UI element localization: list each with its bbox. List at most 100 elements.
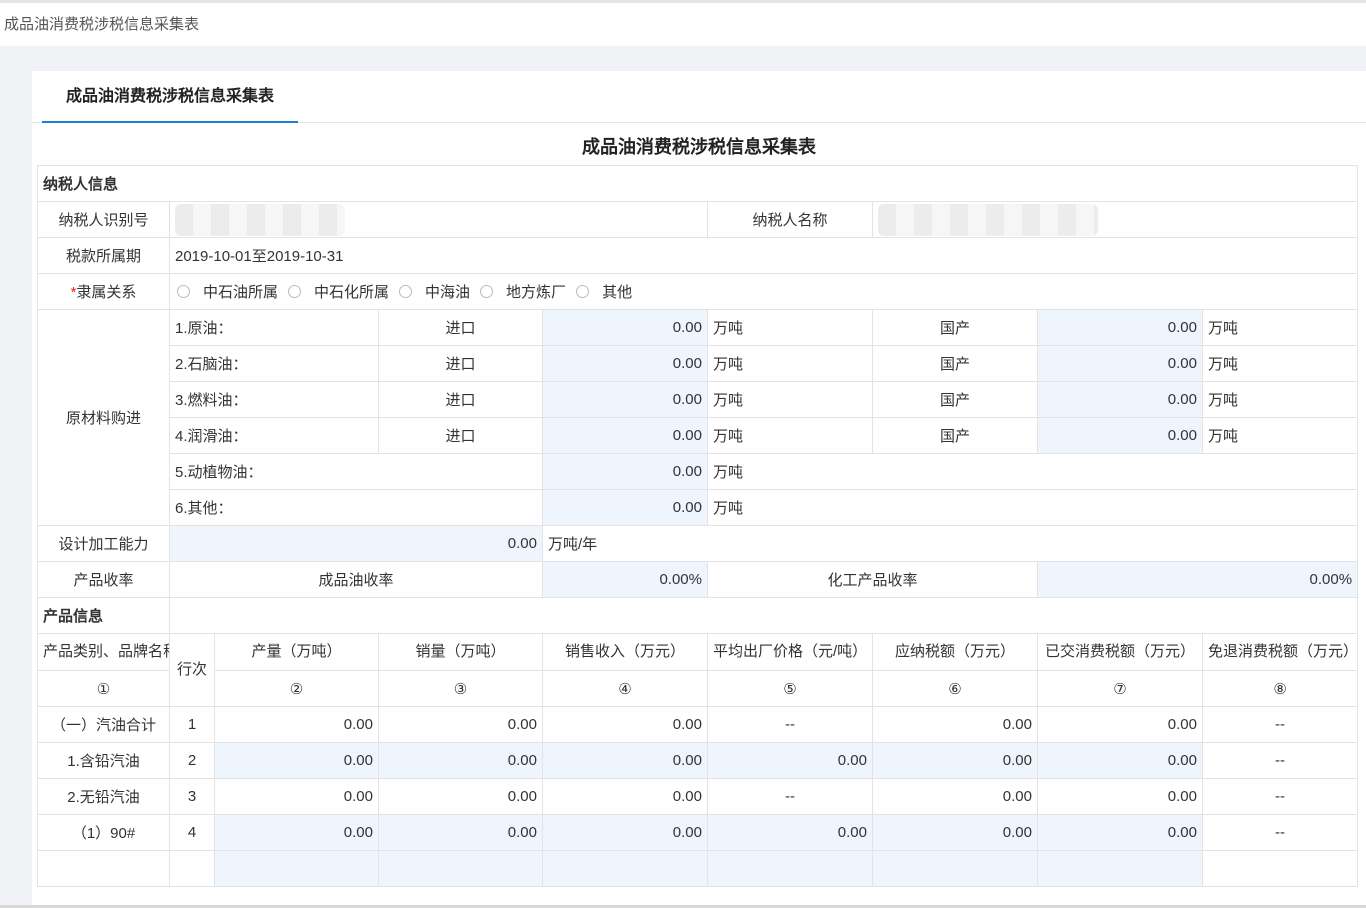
radio-icon[interactable] (576, 285, 590, 298)
radio-icon[interactable] (288, 285, 302, 298)
paid-value: 0.00 (1037, 778, 1203, 815)
raw-row-name: 2.石脑油： (169, 345, 379, 382)
product-section-spacer (168, 597, 1359, 634)
output-input[interactable]: 0.00 (214, 742, 379, 779)
form-title: 成品油消费税涉税信息采集表 (582, 137, 816, 157)
affiliation-label: 隶属关系 (76, 284, 137, 301)
refined-yield-input[interactable]: 0.00% (542, 561, 708, 598)
col-header-avg-price: 平均出厂价格（元/吨） (707, 633, 873, 671)
revenue-value: 0.00 (542, 778, 708, 815)
radio-option[interactable]: 中石化所属 (286, 281, 389, 302)
domestic-label: 国产 (872, 381, 1038, 418)
radio-icon[interactable] (480, 285, 494, 298)
radio-label: 中石油所属 (203, 284, 279, 301)
payable-input[interactable]: 0.00 (872, 814, 1038, 851)
redacted-taxpayer-id (175, 203, 345, 236)
radio-option[interactable]: 中石油所属 (175, 281, 278, 302)
form-table: 纳税人信息 纳税人识别号 纳税人名称 税款所属期 2019-10-01至2019… (36, 165, 1359, 887)
col-number: ④ (542, 670, 708, 707)
domestic-label: 国产 (872, 417, 1038, 454)
taxpayer-section-header: 纳税人信息 (36, 165, 1359, 202)
col-number: ③ (378, 670, 543, 707)
output-value: 0.00 (214, 706, 379, 743)
paid-input[interactable]: 0.00 (1037, 814, 1203, 851)
revenue-input[interactable]: 0.00 (542, 814, 708, 851)
import-input[interactable]: 0.00 (542, 381, 708, 418)
radio-option[interactable]: 中海油 (397, 281, 470, 302)
import-label: 进口 (378, 345, 543, 382)
domestic-input[interactable]: 0.00 (1037, 381, 1203, 418)
taxpayer-name-field (871, 201, 1359, 238)
col-header-category: 产品类别、品牌名称 (37, 633, 170, 671)
row-number: 3 (169, 778, 215, 815)
sales-input[interactable]: 0.00 (378, 814, 543, 851)
radio-label: 地方炼厂 (506, 284, 567, 301)
raw-row-name: 4.润滑油： (169, 417, 379, 454)
import-input[interactable]: 0.00 (542, 345, 708, 382)
product-name: 1.含铅汽油 (37, 742, 170, 779)
tab-bar: 成品油消费税涉税信息采集表 (32, 71, 1366, 123)
col-header-output: 产量（万吨） (214, 633, 379, 671)
col-header-row-no: 行次 (169, 633, 215, 707)
paid-value: 0.00 (1037, 706, 1203, 743)
import-label: 进口 (378, 417, 543, 454)
revenue-input[interactable]: 0.00 (542, 742, 708, 779)
capacity-unit: 万吨/年 (541, 525, 1359, 562)
page-title: 成品油消费税涉税信息采集表 (4, 16, 200, 33)
product-row: （一）汽油合计 1 0.00 0.00 0.00 -- 0.00 0.00 -- (37, 706, 1359, 743)
redacted-taxpayer-name (878, 203, 1098, 236)
unit-label: 万吨 (1201, 345, 1359, 382)
raw-input[interactable]: 0.00 (542, 489, 708, 526)
domestic-input[interactable]: 0.00 (1037, 309, 1203, 346)
payable-input[interactable]: 0.00 (872, 742, 1038, 779)
col-number: ⑤ (707, 670, 873, 707)
col-number: ⑦ (1037, 670, 1203, 707)
refund-value: -- (1201, 778, 1359, 815)
product-section-header: 产品信息 (37, 597, 170, 634)
import-input[interactable]: 0.00 (542, 417, 708, 454)
output-value: 0.00 (214, 778, 379, 815)
output-input[interactable]: 0.00 (214, 814, 379, 851)
raw-row-name: 3.燃料油： (169, 381, 379, 418)
unit-label: 万吨 (1201, 381, 1359, 418)
radio-icon[interactable] (399, 285, 413, 298)
raw-input[interactable]: 0.00 (542, 453, 708, 490)
refund-value: -- (1201, 706, 1359, 743)
affiliation-label-cell: *隶属关系 (37, 273, 170, 310)
price-value: -- (707, 706, 873, 743)
domestic-input[interactable]: 0.00 (1037, 417, 1203, 454)
radio-label: 中海油 (425, 284, 471, 301)
col-header-tax-refund: 免退消费税额（万元） (1201, 633, 1359, 671)
capacity-input[interactable]: 0.00 (169, 525, 543, 562)
chemical-yield-input[interactable]: 0.00% (1036, 561, 1359, 598)
revenue-value: 0.00 (542, 706, 708, 743)
col-header-tax-payable: 应纳税额（万元） (872, 633, 1038, 671)
payable-value: 0.00 (872, 778, 1038, 815)
sales-value: 0.00 (378, 778, 543, 815)
col-number: ⑧ (1201, 670, 1359, 707)
product-row: 1.含铅汽油 2 0.00 0.00 0.00 0.00 0.00 0.00 -… (37, 742, 1359, 779)
domestic-input[interactable]: 0.00 (1037, 345, 1203, 382)
affiliation-radio-group: 中石油所属 中石化所属 中海油 地方炼厂 其他 (175, 281, 1352, 302)
price-input[interactable]: 0.00 (707, 814, 873, 851)
taxpayer-name-label: 纳税人名称 (707, 201, 873, 238)
radio-icon[interactable] (177, 285, 190, 298)
domestic-label: 国产 (872, 345, 1038, 382)
row-number: 2 (169, 742, 215, 779)
radio-option[interactable]: 地方炼厂 (478, 281, 566, 302)
import-label: 进口 (378, 381, 543, 418)
product-name: 2.无铅汽油 (37, 778, 170, 815)
tab-form[interactable]: 成品油消费税涉税信息采集表 (42, 71, 298, 123)
taxpayer-id-label: 纳税人识别号 (37, 201, 170, 238)
import-input[interactable]: 0.00 (542, 309, 708, 346)
taxpayer-id-field (169, 201, 708, 238)
sales-input[interactable]: 0.00 (378, 742, 543, 779)
raw-row-name: 5.动植物油： (169, 453, 543, 490)
price-input[interactable]: 0.00 (707, 742, 873, 779)
period-label: 税款所属期 (37, 237, 170, 274)
row-number: 4 (169, 814, 215, 851)
raw-material-label: 原材料购进 (37, 309, 170, 526)
col-number: ⑥ (872, 670, 1038, 707)
radio-option[interactable]: 其他 (574, 281, 632, 302)
paid-input[interactable]: 0.00 (1037, 742, 1203, 779)
